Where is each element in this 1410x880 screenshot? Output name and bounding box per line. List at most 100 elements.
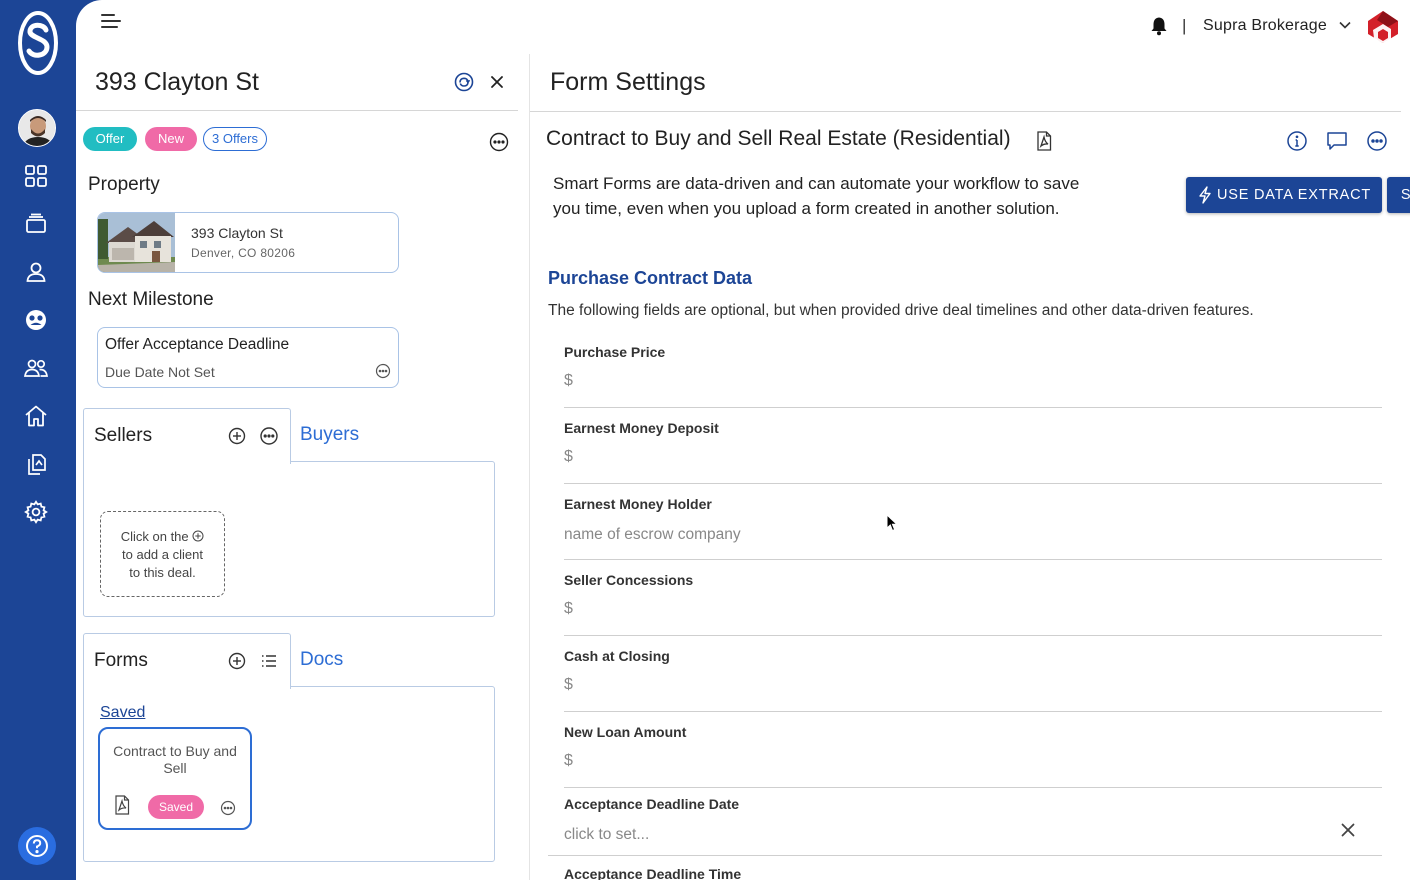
lightning-icon: [1199, 186, 1211, 204]
comment-icon[interactable]: [1326, 130, 1348, 152]
inbox-icon[interactable]: [23, 211, 49, 237]
new-loan-amount-input[interactable]: $: [564, 752, 573, 770]
purchase-price-field[interactable]: Purchase Price $: [564, 344, 1382, 420]
tab-joint: [84, 686, 290, 688]
field-underline: [564, 635, 1382, 636]
milestone-title: Offer Acceptance Deadline: [105, 336, 290, 353]
more-options-icon[interactable]: [375, 363, 391, 379]
top-bar: | Supra Brokerage: [76, 0, 1410, 52]
field-label: Cash at Closing: [564, 648, 670, 664]
documents-icon[interactable]: [23, 451, 49, 477]
use-data-extract-button[interactable]: USE DATA EXTRACT: [1186, 177, 1382, 213]
pdf-icon: [114, 795, 130, 815]
property-card[interactable]: 393 Clayton St Denver, CO 80206: [97, 212, 399, 273]
add-seller-icon[interactable]: [228, 427, 246, 445]
refresh-icon[interactable]: [454, 72, 474, 92]
more-options-icon[interactable]: [489, 132, 509, 152]
more-options-icon[interactable]: [1366, 130, 1388, 152]
team-icon[interactable]: [23, 355, 49, 381]
brokerage-name[interactable]: Supra Brokerage: [1203, 17, 1327, 35]
supra-logo-icon[interactable]: [17, 10, 59, 76]
add-client-hint-line1: Click on the: [120, 529, 189, 544]
property-city: Denver, CO 80206: [191, 246, 296, 260]
milestone-card[interactable]: Offer Acceptance Deadline Due Date Not S…: [97, 327, 399, 388]
form-card[interactable]: Contract to Buy and Sell Saved: [98, 727, 252, 830]
clear-date-icon[interactable]: [1340, 822, 1356, 838]
info-icon[interactable]: [1286, 130, 1308, 152]
field-underline: [564, 787, 1382, 788]
earnest-money-deposit-field[interactable]: Earnest Money Deposit $: [564, 420, 1382, 496]
seller-concessions-input[interactable]: $: [564, 600, 573, 618]
add-circle-icon: [192, 530, 204, 542]
seller-concessions-field[interactable]: Seller Concessions $: [564, 572, 1382, 648]
earnest-money-holder-field[interactable]: Earnest Money Holder name of escrow comp…: [564, 496, 1382, 572]
close-icon[interactable]: [489, 74, 505, 90]
saved-forms-link[interactable]: Saved: [100, 704, 145, 722]
form-settings-panel: Form Settings Contract to Buy and Sell R…: [529, 54, 1410, 880]
field-underline: [564, 559, 1382, 560]
user-avatar[interactable]: [18, 109, 56, 147]
deal-panel: 393 Clayton St Offer New 3 Offers Proper…: [76, 56, 518, 880]
cash-at-closing-input[interactable]: $: [564, 676, 573, 694]
offers-count-badge[interactable]: 3 Offers: [203, 127, 267, 151]
field-underline: [564, 711, 1382, 712]
menu-toggle-icon[interactable]: [100, 12, 122, 30]
tab-forms-label: Forms: [94, 650, 148, 671]
field-label: Earnest Money Holder: [564, 496, 712, 512]
more-options-icon[interactable]: [220, 800, 236, 816]
smart-forms-intro: Smart Forms are data-driven and can auto…: [553, 174, 1080, 218]
help-icon[interactable]: [18, 827, 56, 865]
list-view-icon[interactable]: [260, 652, 278, 670]
field-underline: [564, 407, 1382, 408]
chevron-down-icon[interactable]: [1338, 18, 1352, 32]
divider: [530, 111, 1401, 112]
pdf-icon[interactable]: [1036, 131, 1052, 151]
purchase-contract-data-description: The following fields are optional, but w…: [548, 302, 1254, 319]
deal-title: 393 Clayton St: [95, 68, 259, 96]
supra-brand-icon[interactable]: [1366, 10, 1400, 44]
sidebar: [0, 0, 76, 880]
tab-joint: [84, 461, 290, 463]
dashboard-icon[interactable]: [23, 163, 49, 189]
tab-docs[interactable]: Docs: [300, 649, 343, 671]
field-label: Seller Concessions: [564, 572, 694, 588]
form-name: Contract to Buy and Sell Real Estate (Re…: [546, 127, 1011, 150]
property-heading: Property: [88, 174, 160, 195]
acceptance-deadline-date-input[interactable]: click to set...: [564, 826, 649, 844]
support-icon[interactable]: [23, 307, 49, 333]
more-options-icon[interactable]: [259, 426, 279, 446]
property-photo: [98, 213, 175, 272]
skip-label: SKIP: [1400, 187, 1410, 203]
home-icon[interactable]: [23, 403, 49, 429]
add-client-hint-line3: to this deal.: [129, 565, 196, 580]
earnest-money-holder-input[interactable]: name of escrow company: [564, 526, 741, 544]
field-label: New Loan Amount: [564, 724, 687, 740]
form-card-title: Contract to Buy and Sell: [113, 743, 237, 776]
add-client-hint-line2: to add a client: [122, 547, 203, 562]
add-form-icon[interactable]: [228, 652, 246, 670]
acceptance-deadline-date-field[interactable]: Acceptance Deadline Date click to set...: [564, 796, 1382, 856]
status-badge-new: New: [145, 127, 197, 151]
tab-buyers[interactable]: Buyers: [300, 424, 359, 446]
field-label: Purchase Price: [564, 344, 666, 360]
settings-icon[interactable]: [23, 499, 49, 525]
acceptance-deadline-time-field[interactable]: Acceptance Deadline Time: [564, 866, 1382, 880]
purchase-price-input[interactable]: $: [564, 372, 573, 390]
field-underline: [548, 855, 1382, 856]
next-milestone-heading: Next Milestone: [88, 289, 214, 310]
new-loan-amount-field[interactable]: New Loan Amount $: [564, 724, 1382, 800]
field-underline: [564, 483, 1382, 484]
notifications-bell-icon[interactable]: [1150, 16, 1168, 36]
contacts-icon[interactable]: [23, 259, 49, 285]
main-canvas: | Supra Brokerage 393 Clayton St Offer N…: [76, 0, 1410, 880]
divider: [76, 110, 518, 111]
purchase-contract-data-title: Purchase Contract Data: [548, 268, 753, 288]
form-status-badge: Saved: [148, 795, 204, 819]
earnest-money-deposit-input[interactable]: $: [564, 448, 573, 466]
skip-button[interactable]: SKIP: [1387, 177, 1410, 213]
status-badge-offer: Offer: [83, 127, 137, 151]
mouse-cursor-icon: [886, 513, 899, 532]
cash-at-closing-field[interactable]: Cash at Closing $: [564, 648, 1382, 724]
use-data-extract-label: USE DATA EXTRACT: [1216, 187, 1372, 203]
form-settings-title: Form Settings: [550, 68, 706, 96]
